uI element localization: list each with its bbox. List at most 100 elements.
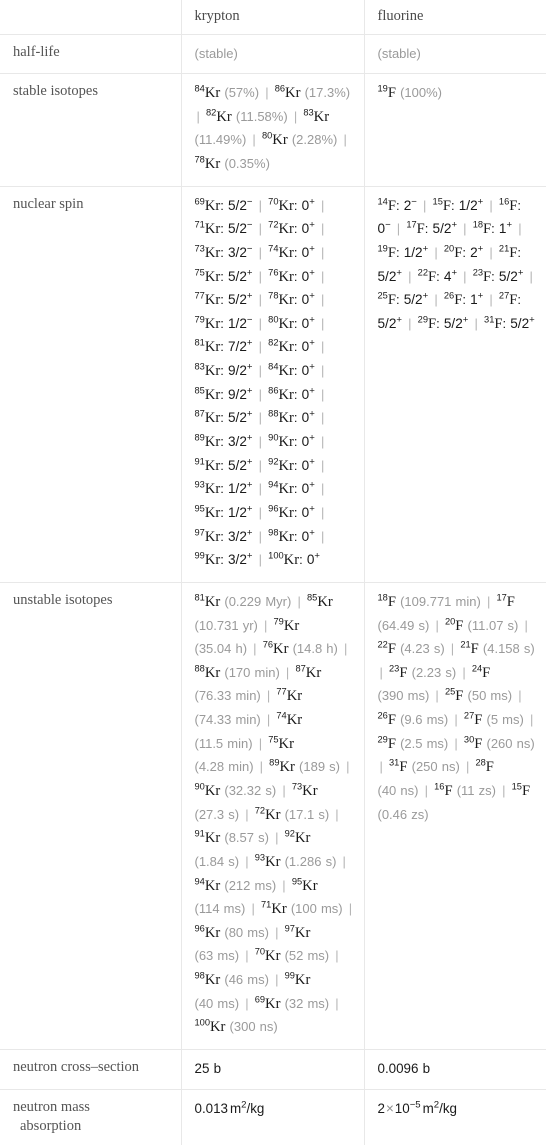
mass-number: 26 (377, 710, 388, 721)
element-symbol: Kr (278, 244, 294, 261)
abundance-value: (0.35%) (224, 155, 270, 171)
spin-parity: + (309, 337, 315, 349)
mass-number: 16 (434, 781, 445, 792)
half-life-value: (5 ms) (486, 712, 524, 728)
mass-number: 73 (194, 243, 205, 254)
spin-value: 3/2− (228, 243, 253, 260)
half-life-value: (2.5 ms) (400, 735, 449, 751)
element-symbol: F (399, 664, 408, 681)
spin-parity: + (309, 503, 315, 515)
spin-value: 0+ (301, 456, 315, 473)
element-symbol: Kr (305, 664, 322, 681)
isotope-symbol: 31F (484, 315, 502, 332)
list-separator: | (258, 221, 263, 237)
list-separator: | (465, 759, 470, 775)
list-separator: | (335, 806, 339, 822)
element-symbol: F (387, 197, 396, 214)
mass-number: 71 (260, 899, 272, 910)
mass-number: 17 (406, 219, 417, 230)
half-life-value: (109.771 min) (400, 593, 481, 609)
spin-value: 0+ (301, 479, 315, 497)
isotope-symbol: 20F (444, 616, 463, 634)
half-life-value: (46 ms) (224, 972, 269, 988)
mass-number: 97 (284, 923, 295, 934)
element-symbol: Kr (294, 972, 311, 989)
half-life-value: (0.46 zs) (377, 806, 429, 822)
isotope-symbol: 89Kr (269, 758, 295, 775)
spin-value: 5/2− (228, 196, 253, 213)
mass-number: 100 (194, 1018, 211, 1029)
list-separator: | (285, 664, 290, 680)
mass-number: 78 (194, 154, 205, 165)
mass-number: 17 (496, 592, 507, 603)
mass-number: 22 (377, 639, 388, 650)
mass-number: 98 (194, 970, 205, 981)
isotope-symbol: 90Kr (195, 782, 221, 799)
spin-parity: + (396, 267, 403, 278)
isotope-symbol: 19F (378, 244, 396, 261)
element-symbol: F (387, 85, 396, 102)
isotope-symbol: 16F (499, 197, 518, 214)
element-symbol: F (442, 197, 451, 214)
spin-value: 1/2+ (458, 196, 484, 213)
half-life-value: (4.28 min) (194, 759, 254, 775)
element-symbol: F (509, 197, 518, 214)
isotope-symbol: 80Kr (268, 315, 294, 332)
abundance-value: (57%) (224, 85, 260, 101)
mass-number: 80 (261, 131, 273, 141)
half-life-value: (4.158 s) (482, 641, 535, 657)
mass-number: 79 (194, 314, 205, 325)
isotope-symbol: 21F (498, 243, 517, 261)
table-row-stable-isotopes: stable isotopes 84Kr (57%) | 86Kr (17.3%… (0, 73, 546, 187)
element-symbol: Kr (216, 108, 232, 125)
element-symbol: Kr (204, 339, 221, 356)
element-symbol: F (474, 712, 483, 729)
list-separator: | (258, 197, 263, 213)
mass-number: 20 (444, 616, 456, 627)
mass-number: 23 (472, 267, 484, 278)
spin-value: 5/2+ (228, 408, 253, 426)
mass-number: 76 (268, 267, 279, 278)
element-symbol: Kr (272, 132, 288, 149)
element-symbol: Kr (302, 877, 318, 894)
spin-value: 0+ (301, 243, 315, 260)
mass-number: 100 (268, 550, 284, 561)
list-separator: | (245, 948, 249, 964)
spin-value: 0+ (301, 527, 315, 544)
isotope-symbol: 69Kr (195, 197, 221, 214)
list-separator: | (251, 901, 255, 917)
isotope-symbol: 14F (378, 197, 396, 214)
row-label-line-1: neutron mass (13, 1098, 90, 1115)
mass-number: 82 (268, 338, 279, 349)
list-separator: | (489, 244, 493, 260)
element-symbol: F (483, 221, 492, 238)
half-life-value: (100 ms) (290, 901, 343, 917)
spin-parity: + (422, 243, 429, 255)
spin-parity: + (462, 314, 469, 326)
isotope-symbol: 16F (434, 781, 452, 799)
mass-number: 28 (475, 758, 486, 769)
list-separator: | (258, 434, 263, 450)
list-separator: | (463, 268, 467, 284)
table-row-neutron-mass-absorption: neutron mass absorption 0.013 m2/kg 2×10−… (0, 1088, 546, 1145)
spin-parity: + (246, 456, 253, 468)
spin-parity: − (246, 219, 253, 231)
list-separator: | (258, 457, 263, 473)
spin-parity: + (309, 527, 315, 539)
list-separator: | (320, 434, 325, 450)
half-life-value: (9.6 ms) (400, 712, 449, 728)
element-symbol: Kr (204, 155, 221, 172)
mass-number: 21 (498, 243, 510, 254)
list-separator: | (320, 457, 325, 473)
half-life-value: (10.731 yr) (194, 617, 258, 633)
unstable-isotopes-krypton: 81Kr (0.229 Myr) | 85Kr (10.731 yr) | 79… (180, 581, 365, 1051)
half-life-value: (170 min) (224, 664, 280, 680)
element-symbol: Kr (204, 197, 221, 214)
mass-number: 24 (471, 663, 483, 674)
spin-value: 0+ (306, 550, 320, 568)
element-symbol: Kr (204, 877, 221, 894)
column-header-krypton: krypton (180, 0, 365, 35)
element-symbol: F (387, 641, 396, 658)
mass-number: 91 (194, 828, 205, 839)
isotope-symbol: 30F (464, 735, 482, 752)
